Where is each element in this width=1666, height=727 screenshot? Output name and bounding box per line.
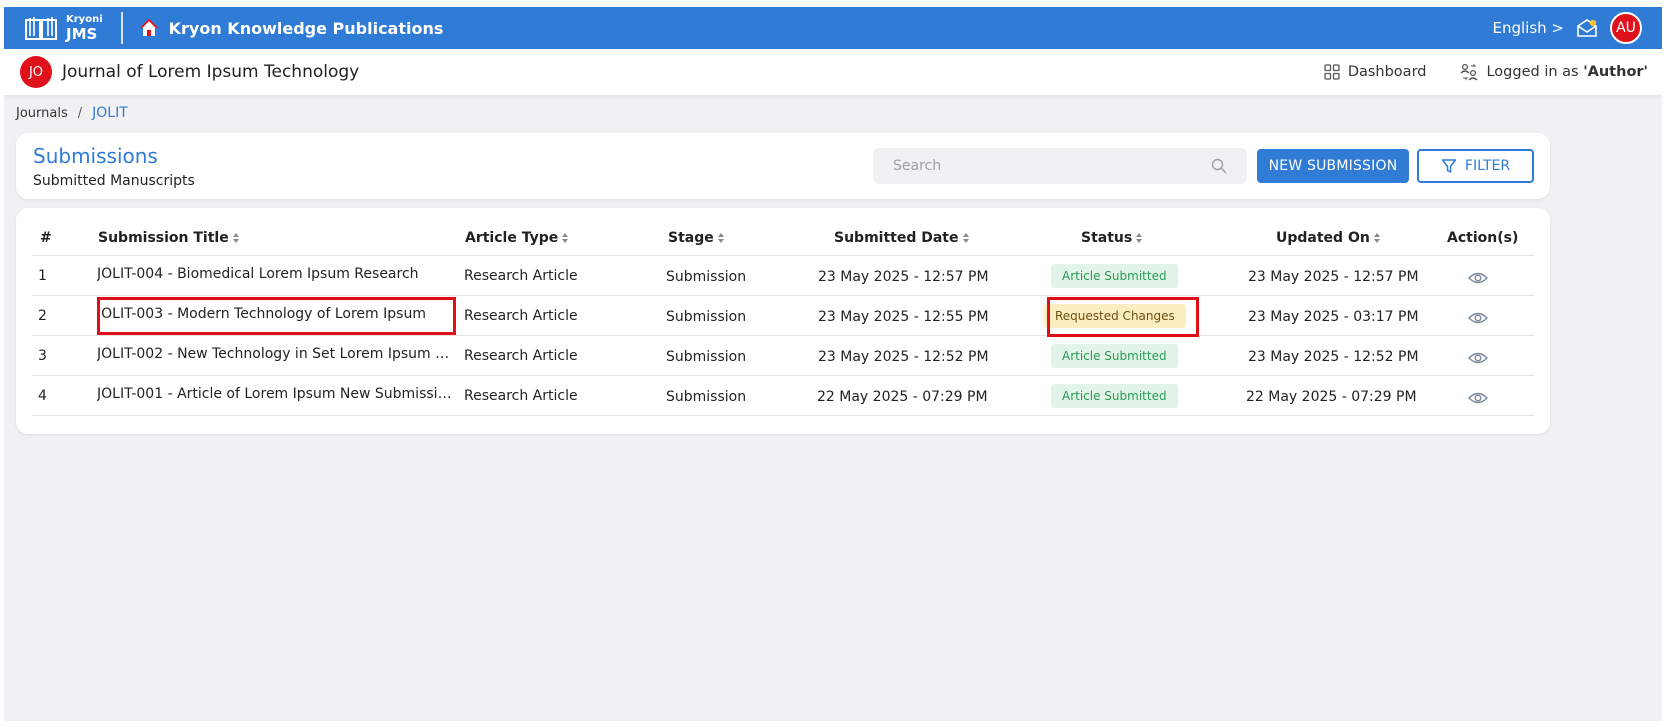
status-badge: Article Submitted: [1051, 264, 1178, 288]
column-header-submitted-date[interactable]: Submitted Date: [834, 230, 970, 246]
updated-on: 23 May 2025 - 12:52 PM: [1248, 349, 1419, 365]
publisher-link[interactable]: Kryon Knowledge Publications: [139, 18, 444, 38]
submitted-date: 22 May 2025 - 07:29 PM: [817, 389, 988, 405]
table-header: # Submission Title Article Type Stage Su…: [32, 220, 1534, 256]
book-logo-icon: [25, 17, 57, 40]
sort-icon[interactable]: [232, 232, 240, 244]
publisher-name: Kryon Knowledge Publications: [168, 18, 444, 38]
column-header-number: #: [40, 230, 52, 246]
sort-icon[interactable]: [1373, 232, 1381, 244]
highlight-box-title: [97, 297, 456, 335]
search-input[interactable]: [893, 158, 1193, 174]
user-avatar[interactable]: AU: [1610, 12, 1642, 44]
topbar-divider: [120, 12, 123, 44]
dashboard-grid-icon: [1324, 64, 1340, 80]
table-row[interactable]: 4 JOLIT-001 - Article of Lorem Ipsum New…: [32, 376, 1534, 416]
app-frame: Kryoni JMS Kryon Knowledge Publications …: [4, 7, 1662, 721]
column-header-status[interactable]: Status: [1081, 230, 1143, 246]
eye-icon[interactable]: [1468, 311, 1488, 325]
journal-bar: JO Journal of Lorem Ipsum Technology Das…: [4, 49, 1662, 95]
breadcrumb-current[interactable]: JOLIT: [92, 105, 128, 121]
updated-on: 22 May 2025 - 07:29 PM: [1246, 389, 1417, 405]
submitted-date: 23 May 2025 - 12:57 PM: [818, 269, 989, 285]
journal-avatar: JO: [20, 56, 52, 88]
page-title: Submissions: [33, 144, 158, 168]
stage: Submission: [666, 309, 747, 325]
article-type: Research Article: [464, 308, 578, 324]
stage: Submission: [666, 389, 747, 405]
jms-logo[interactable]: Kryoni JMS: [22, 14, 103, 42]
filter-label: FILTER: [1464, 158, 1511, 174]
search-box[interactable]: [873, 148, 1247, 184]
article-type: Research Article: [464, 388, 578, 404]
row-number: 2: [38, 308, 47, 324]
article-type: Research Article: [464, 348, 578, 364]
sort-icon[interactable]: [717, 232, 725, 244]
logo-big-text: JMS: [66, 24, 98, 43]
logged-in-role: 'Author': [1583, 64, 1648, 80]
row-number: 1: [38, 268, 47, 284]
highlight-box-status: [1047, 297, 1199, 337]
stage: Submission: [666, 269, 747, 285]
dashboard-label: Dashboard: [1347, 64, 1427, 80]
sort-icon[interactable]: [1135, 232, 1143, 244]
row-number: 3: [38, 348, 47, 364]
submission-title[interactable]: JOLIT-002 - New Technology in Set Lorem …: [97, 336, 452, 376]
submission-title[interactable]: JOLIT-001 - Article of Lorem Ipsum New S…: [97, 376, 452, 416]
top-bar: Kryoni JMS Kryon Knowledge Publications …: [4, 7, 1662, 49]
column-header-title[interactable]: Submission Title: [98, 230, 240, 246]
eye-icon[interactable]: [1468, 391, 1488, 405]
column-header-stage[interactable]: Stage: [668, 230, 725, 246]
sort-icon[interactable]: [561, 232, 569, 244]
table-row[interactable]: 1 JOLIT-004 - Biomedical Lorem Ipsum Res…: [32, 256, 1534, 296]
filter-button[interactable]: FILTER: [1417, 149, 1534, 183]
page-subtitle: Submitted Manuscripts: [33, 173, 195, 189]
new-submission-button[interactable]: NEW SUBMISSION: [1257, 149, 1409, 183]
column-header-article-type[interactable]: Article Type: [465, 230, 569, 246]
breadcrumb-journals[interactable]: Journals: [16, 106, 68, 121]
breadcrumb-separator: /: [77, 105, 83, 121]
updated-on: 23 May 2025 - 12:57 PM: [1248, 269, 1419, 285]
article-type: Research Article: [464, 268, 578, 284]
updated-on: 23 May 2025 - 03:17 PM: [1248, 309, 1419, 325]
submitted-date: 23 May 2025 - 12:52 PM: [818, 349, 989, 365]
users-swap-icon: [1461, 63, 1478, 81]
sort-icon[interactable]: [962, 232, 970, 244]
filter-icon: [1441, 159, 1457, 173]
row-number: 4: [38, 388, 47, 404]
submitted-date: 23 May 2025 - 12:55 PM: [818, 309, 989, 325]
eye-icon[interactable]: [1468, 271, 1488, 285]
journal-title: Journal of Lorem Ipsum Technology: [62, 62, 360, 82]
role-switcher[interactable]: Logged in as 'Author': [1460, 63, 1648, 81]
submission-title[interactable]: JOLIT-004 - Biomedical Lorem Ipsum Resea…: [97, 256, 452, 296]
logo-small-text: Kryoni: [66, 13, 103, 25]
breadcrumb: Journals / JOLIT: [16, 105, 128, 121]
column-header-updated-on[interactable]: Updated On: [1276, 230, 1381, 246]
table-row[interactable]: 3 JOLIT-002 - New Technology in Set Lore…: [32, 336, 1534, 376]
eye-icon[interactable]: [1468, 351, 1488, 365]
submissions-table-card: # Submission Title Article Type Stage Su…: [16, 208, 1550, 434]
submissions-header-card: Submissions Submitted Manuscripts NEW SU…: [16, 133, 1550, 199]
language-selector[interactable]: English >: [1493, 19, 1565, 37]
dashboard-link[interactable]: Dashboard: [1324, 64, 1427, 80]
home-icon: [139, 18, 158, 36]
mail-icon[interactable]: [1576, 18, 1598, 38]
search-icon[interactable]: [1211, 158, 1227, 174]
status-badge: Article Submitted: [1051, 344, 1178, 368]
stage: Submission: [666, 349, 747, 365]
status-badge: Article Submitted: [1051, 384, 1178, 408]
column-header-actions: Action(s): [1447, 230, 1519, 246]
logged-in-prefix: Logged in as: [1486, 64, 1584, 80]
